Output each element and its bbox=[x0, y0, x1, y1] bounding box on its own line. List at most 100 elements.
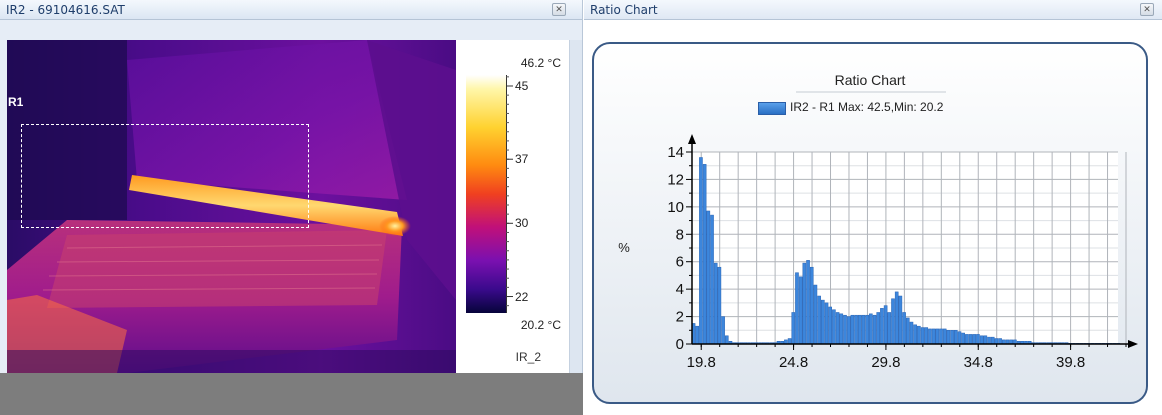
histogram-bar[interactable] bbox=[987, 336, 991, 345]
histogram-bar[interactable] bbox=[850, 314, 855, 345]
histogram-bar[interactable] bbox=[699, 157, 703, 345]
histogram-bar[interactable] bbox=[710, 214, 714, 345]
roi-rectangle[interactable] bbox=[21, 124, 309, 228]
histogram-bar[interactable] bbox=[894, 291, 899, 345]
histogram-bar[interactable] bbox=[909, 321, 914, 345]
scale-tick-label: 37 bbox=[515, 152, 529, 167]
y-tick-label: 14 bbox=[667, 144, 684, 161]
histogram-bar[interactable] bbox=[717, 266, 722, 345]
histogram-bar[interactable] bbox=[939, 328, 943, 345]
histogram-bar[interactable] bbox=[839, 313, 844, 345]
thermal-image-window: IR2 - 69104616.SAT ✕ R1 46.2 °C 45 37 30… bbox=[0, 0, 583, 415]
histogram-bar[interactable] bbox=[795, 272, 799, 345]
histogram-bar[interactable] bbox=[787, 338, 792, 345]
histogram-bar[interactable] bbox=[832, 309, 836, 345]
y-tick-label: 8 bbox=[676, 226, 684, 243]
histogram-bar[interactable] bbox=[713, 262, 718, 345]
histogram-bar[interactable] bbox=[865, 314, 869, 345]
histogram-bar[interactable] bbox=[957, 331, 962, 345]
histogram-bar[interactable] bbox=[905, 317, 910, 345]
histogram-bar[interactable] bbox=[702, 164, 707, 345]
thermal-window-title: IR2 - 69104616.SAT bbox=[6, 3, 125, 17]
histogram-bar[interactable] bbox=[883, 305, 888, 345]
scale-min-label: 20.2 °C bbox=[520, 318, 561, 332]
vertical-scrollbar[interactable] bbox=[569, 40, 582, 373]
temperature-scale: 46.2 °C 45 37 30 22 20.2 °C IR_2 bbox=[456, 40, 569, 373]
empty-area bbox=[0, 373, 583, 415]
histogram-bar[interactable] bbox=[835, 312, 840, 345]
histogram-bar[interactable] bbox=[854, 314, 858, 345]
histogram-bar[interactable] bbox=[953, 330, 958, 345]
histogram-bar[interactable] bbox=[891, 298, 895, 345]
histogram-bar[interactable] bbox=[846, 316, 851, 345]
histogram-bar[interactable] bbox=[935, 328, 940, 345]
histogram-bar[interactable] bbox=[887, 312, 892, 345]
histogram-bar[interactable] bbox=[806, 260, 810, 345]
histogram-bar[interactable] bbox=[809, 266, 814, 345]
x-tick-label: 39.8 bbox=[1056, 354, 1085, 371]
histogram-bar[interactable] bbox=[972, 334, 977, 345]
histogram-bar[interactable] bbox=[976, 334, 980, 345]
histogram-bar[interactable] bbox=[983, 335, 988, 345]
scale-max-label: 46.2 °C bbox=[520, 56, 561, 70]
thermal-window-title-bar[interactable]: IR2 - 69104616.SAT ✕ bbox=[0, 0, 582, 20]
x-tick-label: 19.8 bbox=[687, 354, 716, 371]
histogram-bar[interactable] bbox=[876, 312, 881, 345]
histogram-bar[interactable] bbox=[880, 308, 884, 345]
histogram-bar[interactable] bbox=[928, 328, 932, 345]
histogram-bar[interactable] bbox=[817, 295, 821, 345]
histogram-bar[interactable] bbox=[946, 330, 951, 345]
histogram-bar[interactable] bbox=[968, 334, 973, 345]
histogram-bar[interactable] bbox=[898, 295, 903, 345]
histogram-bar[interactable] bbox=[990, 336, 995, 345]
x-axis-arrow-icon bbox=[1128, 340, 1138, 348]
scale-tick-label: 22 bbox=[515, 289, 529, 304]
image-name-label: IR_2 bbox=[515, 350, 541, 364]
histogram-bar[interactable] bbox=[924, 327, 929, 345]
histogram-bar[interactable] bbox=[724, 335, 729, 345]
y-tick-label: 6 bbox=[676, 254, 684, 271]
histogram-bar[interactable] bbox=[721, 316, 725, 345]
histogram-bar[interactable] bbox=[942, 328, 947, 345]
histogram-bar[interactable] bbox=[950, 330, 954, 345]
histogram-bar[interactable] bbox=[828, 306, 833, 345]
legend-label: IR2 - R1 Max: 42.5,Min: 20.2 bbox=[790, 100, 944, 114]
histogram-bar[interactable] bbox=[791, 312, 796, 345]
y-axis-label: % bbox=[618, 240, 630, 255]
histogram-bar[interactable] bbox=[857, 314, 862, 345]
chart-window-title: Ratio Chart bbox=[590, 3, 658, 17]
histogram-bar[interactable] bbox=[869, 313, 873, 345]
y-tick-label: 0 bbox=[676, 336, 684, 353]
close-icon[interactable]: ✕ bbox=[552, 3, 566, 16]
histogram-bar[interactable] bbox=[706, 210, 711, 345]
histogram-bar[interactable] bbox=[931, 328, 936, 345]
scale-tick-label: 45 bbox=[515, 78, 529, 93]
histogram-bar[interactable] bbox=[994, 338, 999, 345]
thermal-image[interactable]: R1 bbox=[7, 40, 456, 373]
histogram-bar[interactable] bbox=[902, 312, 906, 345]
histogram-bar[interactable] bbox=[998, 338, 1002, 345]
histogram-bar[interactable] bbox=[843, 314, 847, 345]
histogram-bar[interactable] bbox=[861, 314, 866, 345]
histogram-bar[interactable] bbox=[798, 276, 803, 345]
histogram-bar[interactable] bbox=[813, 284, 818, 345]
histogram-bar[interactable] bbox=[802, 262, 807, 345]
histogram-bar[interactable] bbox=[872, 314, 877, 345]
chart-window-title-bar[interactable]: Ratio Chart ✕ bbox=[584, 0, 1162, 20]
histogram-bar[interactable] bbox=[824, 302, 829, 345]
histogram-bar[interactable] bbox=[920, 327, 925, 345]
close-icon[interactable]: ✕ bbox=[1140, 3, 1154, 16]
y-tick-label: 4 bbox=[676, 281, 684, 298]
x-tick-label: 24.8 bbox=[779, 354, 808, 371]
histogram-bar[interactable] bbox=[961, 332, 965, 345]
histogram-bar[interactable] bbox=[917, 325, 921, 345]
y-tick-label: 12 bbox=[667, 171, 684, 188]
histogram-bar[interactable] bbox=[913, 324, 917, 345]
histogram-bar[interactable] bbox=[695, 325, 700, 345]
ratio-histogram[interactable]: 0 2 4 6 8 10 12 14 19.8 24.8 29.8 34.8 39.8% bbox=[594, 44, 1146, 402]
histogram-bar[interactable] bbox=[979, 335, 984, 345]
histogram-bar[interactable] bbox=[965, 334, 969, 345]
y-tick-label: 10 bbox=[667, 199, 684, 216]
color-palette-bar bbox=[466, 75, 506, 313]
histogram-bar[interactable] bbox=[821, 299, 825, 345]
